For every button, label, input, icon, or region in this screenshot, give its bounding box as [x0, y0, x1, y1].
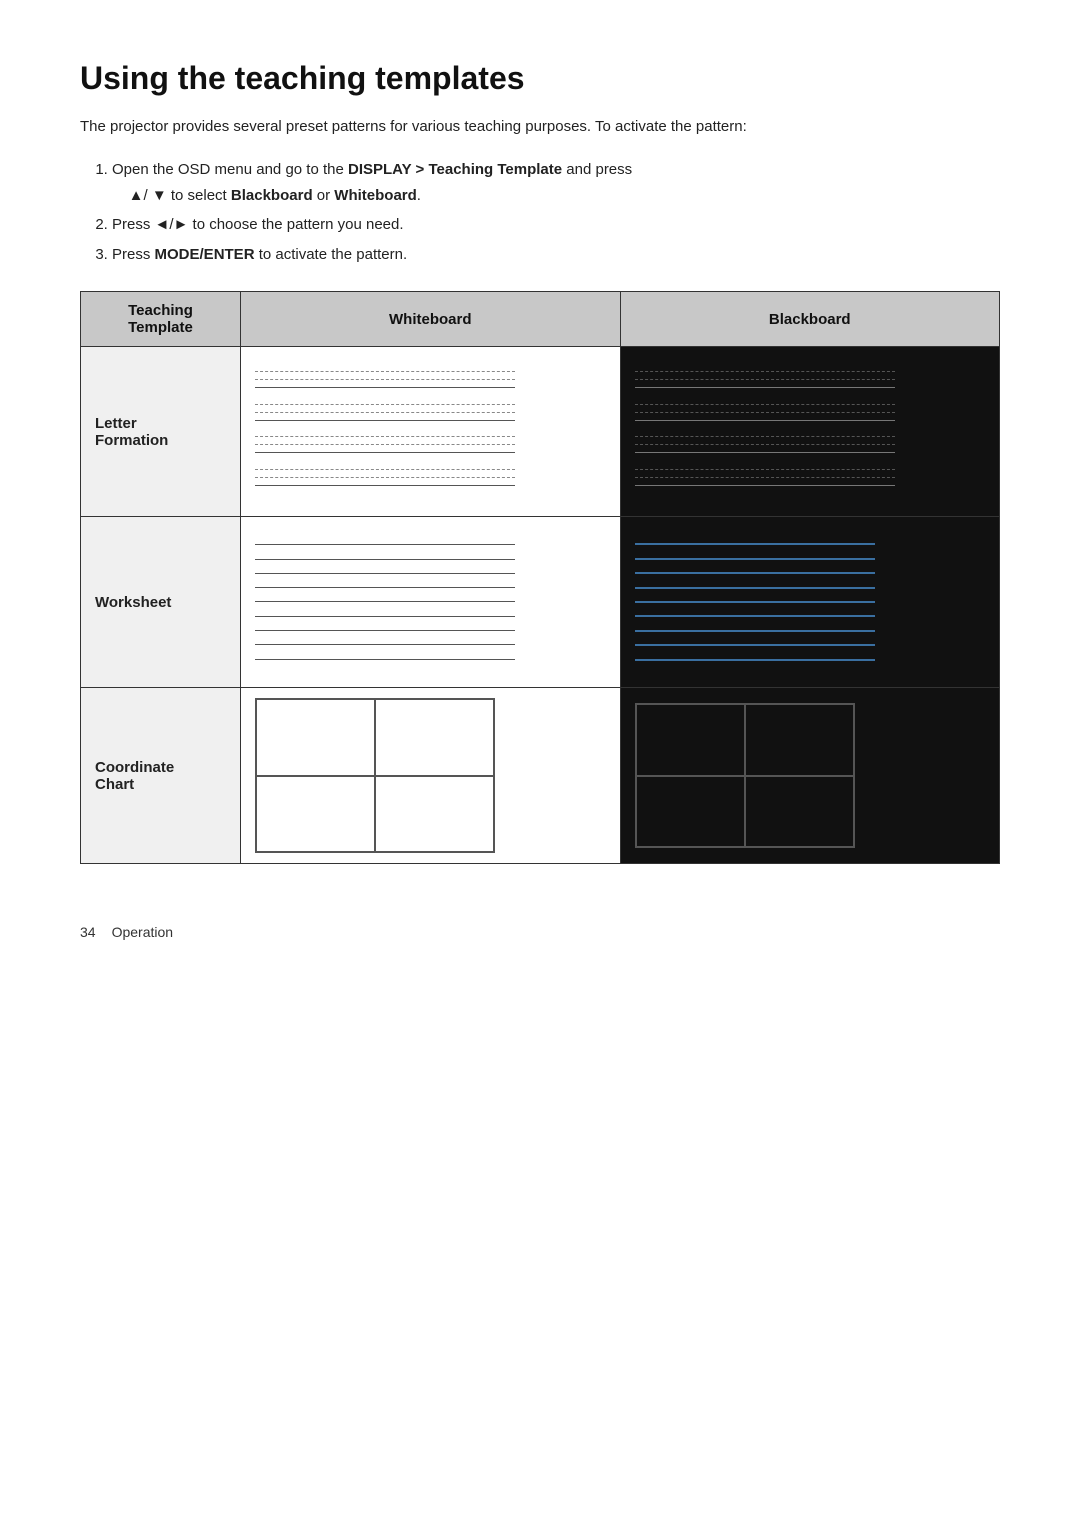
table-header-row: TeachingTemplate Whiteboard Blackboard	[81, 292, 1000, 347]
page-title: Using the teaching templates	[80, 60, 1000, 97]
col-header-whiteboard: Whiteboard	[241, 292, 621, 347]
page-footer: 34 Operation	[80, 924, 1000, 940]
whiteboard-coordinate-chart	[241, 688, 621, 864]
col-header-template: TeachingTemplate	[81, 292, 241, 347]
coord-cell-2	[375, 699, 494, 776]
coord-cell-bb-1	[636, 704, 745, 776]
label-letter-formation: LetterFormation	[81, 347, 241, 517]
table-row-letter-formation: LetterFormation	[81, 347, 1000, 517]
label-worksheet: Worksheet	[81, 517, 241, 688]
blackboard-letter-formation	[620, 347, 1000, 517]
blackboard-coordinate-chart	[620, 688, 1000, 864]
blackboard-worksheet	[620, 517, 1000, 688]
step-3: Press MODE/ENTER to activate the pattern…	[112, 242, 1000, 268]
coord-cell-bb-4	[745, 776, 854, 848]
step-1: Open the OSD menu and go to the DISPLAY …	[112, 157, 1000, 208]
whiteboard-worksheet	[241, 517, 621, 688]
label-coordinate-chart: CoordinateChart	[81, 688, 241, 864]
coord-cell-1	[256, 699, 375, 776]
coord-cell-3	[256, 776, 375, 853]
steps-list: Open the OSD menu and go to the DISPLAY …	[112, 157, 1000, 267]
whiteboard-letter-formation	[241, 347, 621, 517]
intro-paragraph: The projector provides several preset pa…	[80, 115, 900, 139]
step-2: Press ◄/► to choose the pattern you need…	[112, 212, 1000, 238]
table-row-coordinate-chart: CoordinateChart	[81, 688, 1000, 864]
col-header-blackboard: Blackboard	[620, 292, 1000, 347]
section-label: Operation	[112, 924, 173, 940]
page-number: 34	[80, 924, 96, 940]
table-row-worksheet: Worksheet	[81, 517, 1000, 688]
coord-cell-bb-2	[745, 704, 854, 776]
coord-cell-4	[375, 776, 494, 853]
teaching-template-table: TeachingTemplate Whiteboard Blackboard L…	[80, 291, 1000, 864]
coord-cell-bb-3	[636, 776, 745, 848]
